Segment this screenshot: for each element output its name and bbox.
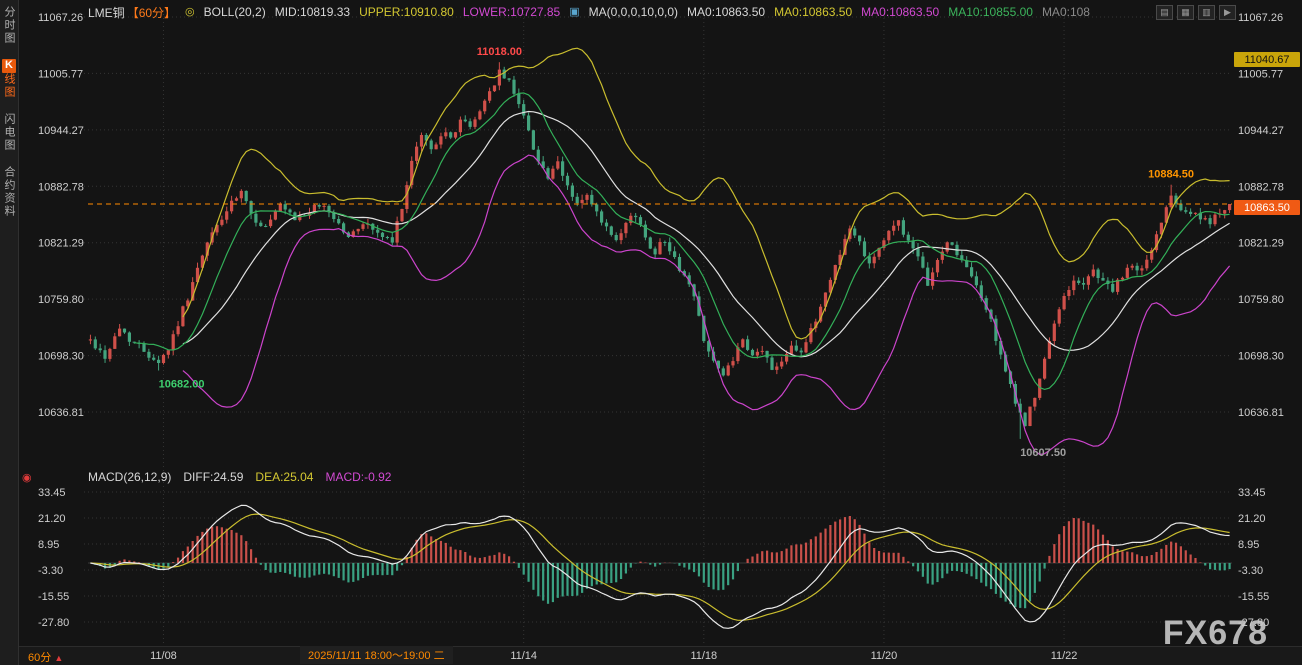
svg-text:10682.00: 10682.00 [159, 379, 205, 391]
indicator-settings-icon[interactable]: ◎ [185, 7, 195, 18]
svg-text:10884.50: 10884.50 [1148, 169, 1194, 181]
svg-text:10607.50: 10607.50 [1020, 447, 1066, 459]
period-tag[interactable]: 【60分】 [127, 4, 176, 21]
svg-text:-15.55: -15.55 [1238, 591, 1269, 603]
crosshair-time-label: 2025/11/11 18:00～19:00 二 [300, 646, 453, 664]
svg-text:10698.30: 10698.30 [1238, 351, 1284, 363]
ma0-value-gray: MA0:108 [1042, 5, 1090, 19]
boll-label: BOLL(20,2) [204, 5, 266, 19]
macd-header: MACD(26,12,9) DIFF:24.59 DEA:25.04 MACD:… [88, 470, 391, 484]
ma0-value-magenta: MA0:10863.50 [861, 5, 939, 19]
svg-text:33.45: 33.45 [1238, 487, 1266, 499]
macd-lines [90, 505, 1229, 628]
svg-text:11067.26: 11067.26 [1238, 12, 1283, 24]
macd-hist-value: MACD:-0.92 [325, 470, 391, 484]
svg-text:10944.27: 10944.27 [38, 125, 84, 137]
svg-text:33.45: 33.45 [38, 487, 66, 499]
svg-text:21.20: 21.20 [38, 513, 66, 525]
svg-text:11018.00: 11018.00 [477, 46, 522, 58]
ma0-value-yellow: MA0:10863.50 [774, 5, 852, 19]
svg-text:-3.30: -3.30 [38, 565, 63, 577]
svg-text:10882.78: 10882.78 [1238, 181, 1284, 193]
macd-histogram [90, 516, 1229, 608]
ma-group-label: MA(0,0,0,10,0,0) [589, 5, 678, 19]
axis-labels: 11067.26 11067.26 11005.77 11005.77 10944.27… [38, 12, 1284, 629]
boll-lower-value: LOWER:10727.85 [463, 5, 560, 19]
k-badge-icon: K [2, 59, 16, 73]
svg-text:10821.29: 10821.29 [1238, 238, 1284, 250]
price-annotations: 11018.00 10682.00 10607.50 10884.50 [159, 46, 1194, 459]
chart-toolbar: ▤ ▦ ▥ ▶ [1156, 5, 1236, 20]
svg-text:21.20: 21.20 [1238, 513, 1266, 525]
ma-settings-icon[interactable]: ▣ [569, 7, 579, 18]
boll-mid-value: MID:10819.33 [275, 5, 350, 19]
svg-text:10636.81: 10636.81 [1238, 407, 1284, 419]
sidebar-tab-timeline-chart[interactable]: 分时图 [1, 6, 17, 45]
boll-upper-value: UPPER:10910.80 [359, 5, 454, 19]
svg-text:10821.29: 10821.29 [38, 238, 84, 250]
svg-text:8.95: 8.95 [1238, 539, 1259, 551]
svg-text:-27.80: -27.80 [38, 617, 69, 629]
list-view-icon[interactable]: ▥ [1198, 5, 1215, 20]
svg-text:-15.55: -15.55 [38, 591, 69, 603]
time-axis-bar: 60分 ▲ 2025/11/11 18:00～19:00 二 [0, 646, 1302, 665]
expand-panel-icon[interactable]: ▶ [1219, 5, 1236, 20]
svg-text:10759.80: 10759.80 [1238, 294, 1284, 306]
chart-header: LME铜 【60分】 ◎ BOLL(20,2) MID:10819.33 UPP… [88, 4, 1090, 20]
last-price-badge: 10863.50 [1234, 200, 1300, 215]
trading-app-window: 11067.26 11067.26 11005.77 11005.77 10944.27… [0, 0, 1302, 665]
svg-text:8.95: 8.95 [38, 539, 59, 551]
period-arrow-icon: ▲ [54, 653, 63, 663]
sidebar: 分时图 K线图 闪电图 合约资料 [0, 0, 19, 665]
macd-diff-value: DIFF:24.59 [183, 470, 243, 484]
sidebar-tab-label: 线图 [3, 73, 15, 99]
svg-text:11005.77: 11005.77 [1238, 68, 1283, 80]
symbol-name: LME铜 [88, 4, 125, 21]
sidebar-tab-candlestick-chart[interactable]: K线图 [1, 59, 17, 99]
ma10-line [134, 93, 1229, 389]
sidebar-tab-flash-chart[interactable]: 闪电图 [1, 113, 17, 152]
period-text: 60分 [28, 652, 51, 664]
svg-text:10759.80: 10759.80 [38, 294, 84, 306]
macd-dea-value: DEA:25.04 [255, 470, 313, 484]
grid-lines [84, 10, 1232, 643]
macd-title: MACD(26,12,9) [88, 470, 171, 484]
sidebar-tab-contract-info[interactable]: 合约资料 [1, 166, 17, 218]
svg-text:-3.30: -3.30 [1238, 565, 1263, 577]
candlesticks[interactable] [89, 62, 1231, 439]
band-value-badge: 11040.67 [1234, 52, 1300, 67]
watermark: FX678 [1163, 614, 1268, 653]
bollinger-bands [183, 48, 1230, 454]
ma0-value-white: MA0:10863.50 [687, 5, 765, 19]
svg-text:11005.77: 11005.77 [38, 68, 83, 80]
grid-layout-icon[interactable]: ▦ [1177, 5, 1194, 20]
svg-text:10882.78: 10882.78 [38, 181, 84, 193]
svg-text:10698.30: 10698.30 [38, 351, 84, 363]
indicators-panel-icon[interactable]: ▤ [1156, 5, 1173, 20]
svg-text:10944.27: 10944.27 [1238, 125, 1284, 137]
chart-canvas[interactable]: 11067.26 11067.26 11005.77 11005.77 10944.27… [0, 0, 1302, 665]
macd-settings-icon[interactable]: ◉ [22, 471, 32, 484]
svg-text:11067.26: 11067.26 [38, 12, 83, 24]
period-selector[interactable]: 60分 ▲ [28, 649, 63, 665]
ma10-value: MA10:10855.00 [948, 5, 1033, 19]
svg-text:10636.81: 10636.81 [38, 407, 84, 419]
